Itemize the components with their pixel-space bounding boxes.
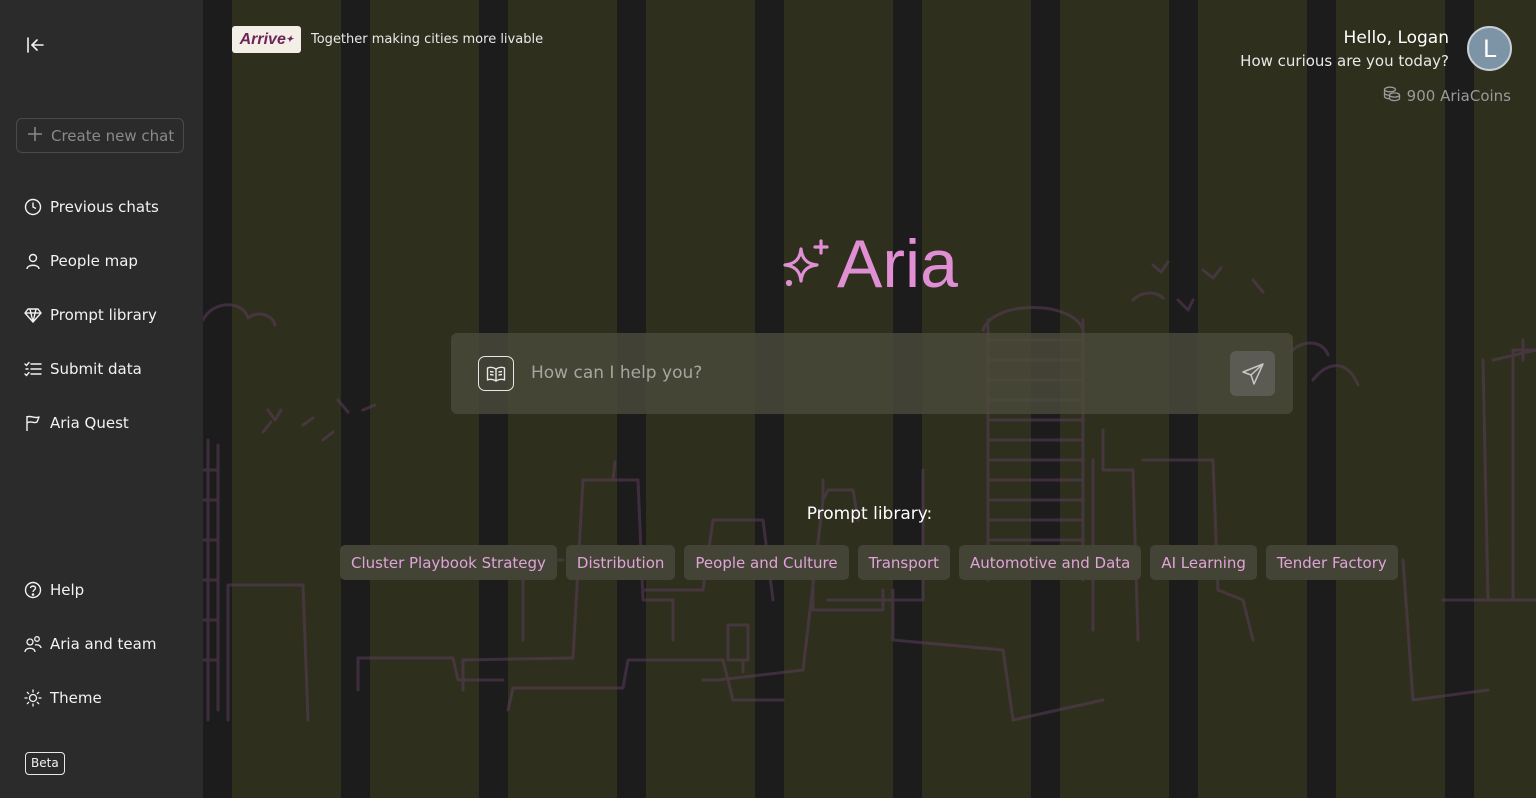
sidebar-item-help[interactable]: Help	[24, 577, 84, 603]
open-book-icon[interactable]	[478, 356, 514, 391]
prompt-input[interactable]	[531, 355, 1211, 391]
brand: Arrive ✦ Together making cities more liva…	[232, 26, 543, 53]
diamond-icon	[24, 306, 42, 324]
create-new-chat-label: Create new chat	[51, 126, 175, 145]
sidebar-item-prompt-library[interactable]: Prompt library	[24, 302, 157, 328]
arrive-logo[interactable]: Arrive ✦	[232, 26, 301, 53]
beta-badge: Beta	[25, 752, 65, 775]
clock-icon	[24, 198, 42, 216]
chip-ai-learning[interactable]: AI Learning	[1150, 545, 1257, 580]
avatar[interactable]: L	[1467, 26, 1512, 71]
aria-title: Aria	[837, 226, 958, 302]
sun-icon	[24, 689, 42, 707]
aria-coins-balance[interactable]: 900 AriaCoins	[1383, 86, 1511, 106]
person-icon	[24, 252, 42, 270]
chip-tender-factory[interactable]: Tender Factory	[1265, 545, 1398, 580]
sidebar-item-label: Previous chats	[50, 198, 159, 216]
sidebar-item-people-map[interactable]: People map	[24, 248, 138, 274]
coins-icon	[1383, 86, 1401, 106]
sidebar-item-label: Aria Quest	[50, 414, 129, 432]
brand-tagline: Together making cities more livable	[311, 32, 544, 47]
greeting-title: Hello, Logan	[1343, 28, 1449, 48]
sidebar-item-label: Submit data	[50, 360, 142, 378]
prompt-library-chips: Cluster Playbook Strategy Distribution P…	[340, 545, 1398, 580]
send-icon[interactable]	[1230, 351, 1275, 396]
sidebar-item-label: Theme	[50, 689, 102, 707]
sidebar-item-theme[interactable]: Theme	[24, 685, 102, 711]
sidebar-item-label: Prompt library	[50, 306, 157, 324]
prompt-box	[451, 333, 1293, 414]
checklist-icon	[24, 360, 42, 378]
flag-icon	[24, 414, 42, 432]
sidebar-item-aria-and-team[interactable]: Aria and team	[24, 631, 156, 657]
chip-distribution[interactable]: Distribution	[565, 545, 676, 580]
sidebar-item-submit-data[interactable]: Submit data	[24, 356, 142, 382]
sparkle-icon	[781, 237, 831, 291]
sidebar: Create new chat Previous chats People ma…	[0, 0, 203, 798]
coins-label: 900 AriaCoins	[1406, 87, 1511, 105]
plus-icon	[27, 126, 43, 146]
main-area: Arrive ✦ Together making cities more liva…	[203, 0, 1536, 798]
greeting-subtitle: How curious are you today?	[1240, 52, 1449, 70]
chip-transport[interactable]: Transport	[857, 545, 950, 580]
sidebar-item-label: People map	[50, 252, 138, 270]
prompt-library-label: Prompt library:	[806, 504, 933, 524]
sidebar-item-label: Help	[50, 581, 85, 599]
greeting: Hello, Logan How curious are you today?	[1240, 27, 1449, 73]
collapse-sidebar-icon[interactable]	[24, 34, 46, 56]
aria-logo: Aria	[781, 230, 958, 298]
team-icon	[24, 635, 42, 653]
chip-automotive-and-data[interactable]: Automotive and Data	[959, 545, 1142, 580]
sidebar-item-previous-chats[interactable]: Previous chats	[24, 194, 159, 220]
help-circle-icon	[24, 581, 42, 599]
sidebar-item-label: Aria and team	[50, 635, 157, 653]
chip-cluster-playbook-strategy[interactable]: Cluster Playbook Strategy	[340, 545, 557, 580]
chip-people-and-culture[interactable]: People and Culture	[684, 545, 849, 580]
create-new-chat-button[interactable]: Create new chat	[16, 118, 184, 153]
sidebar-item-aria-quest[interactable]: Aria Quest	[24, 410, 129, 436]
